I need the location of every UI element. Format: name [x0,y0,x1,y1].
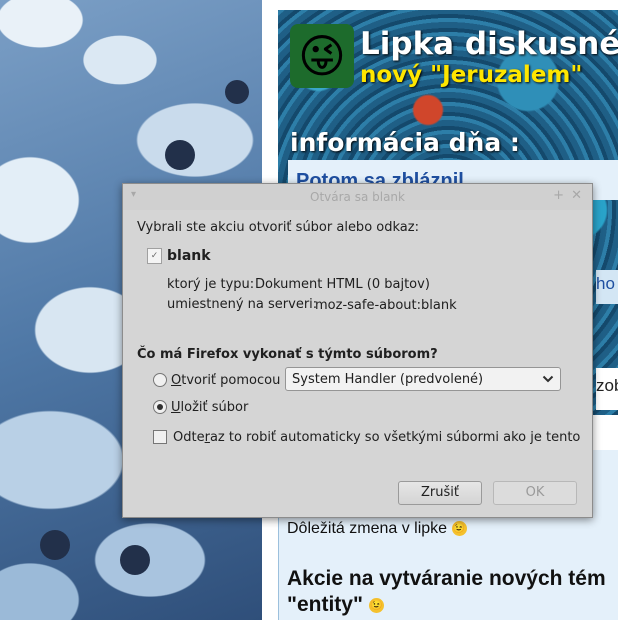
open-file-dialog: ▾ Otvára sa blank + ✕ Vybrali ste akciu … [122,183,593,518]
wallpaper-dot [120,545,150,575]
server-label: umiestnený na serveri: [167,297,318,312]
save-file-radio[interactable] [153,400,167,414]
news-item[interactable]: Dôležitá zmena v lipke 😉 [287,520,467,538]
site-title[interactable]: Lipka diskusné f [360,26,618,62]
save-file-text: ložiť súbor [180,400,249,415]
ok-button[interactable]: OK [493,481,577,505]
type-value: Dokument HTML (0 bajtov) [255,277,430,292]
pin-icon[interactable]: + [553,188,564,203]
tongue-smiley-icon: 😜 [298,29,346,83]
info-heading: informácia dňa : [290,128,520,157]
side-link-fragment[interactable]: ho a [596,270,618,304]
open-with-label[interactable]: Otvoriť pomocou [171,373,280,388]
dialog-title: Otvára sa blank [310,190,405,204]
news-heading-line1[interactable]: Akcie na vytváranie nových tém [287,567,606,590]
news-heading[interactable]: Akcie na vytváranie nových tém "entity" … [287,566,606,618]
chevron-down-icon [542,375,554,383]
wallpaper-dot [225,80,249,104]
news-item-text[interactable]: Dôležitá zmena v lipke [287,520,447,537]
open-with-accesskey: O [171,373,182,388]
handler-select[interactable]: System Handler (predvolené) [285,367,561,391]
dialog-titlebar[interactable]: ▾ Otvára sa blank + ✕ [123,184,592,210]
site-logo[interactable]: 😜 [290,24,354,88]
type-label: ktorý je typu: [167,277,255,292]
action-question: Čo má Firefox vykonať s týmto súborom? [137,347,438,362]
news-heading-line2[interactable]: "entity" [287,593,363,616]
html-file-icon: ✓ [147,248,162,264]
handler-select-value: System Handler (predvolené) [292,372,484,387]
wallpaper-dot [165,140,195,170]
open-with-radio[interactable] [153,373,167,387]
wink-smiley-icon: 😉 [368,597,384,613]
save-file-label[interactable]: Uložiť súbor [171,400,248,415]
wallpaper-dot [40,530,70,560]
server-value: moz-safe-about:blank [315,298,457,313]
open-with-text: tvoriť pomocou [181,373,281,388]
save-file-accesskey: U [171,400,181,415]
auto-action-text-post: az to robiť automaticky so všetkými súbo… [209,430,581,445]
dialog-intro: Vybrali ste akciu otvoriť súbor alebo od… [137,220,419,235]
close-icon[interactable]: ✕ [571,188,582,203]
cancel-button[interactable]: Zrušiť [398,481,482,505]
auto-action-label[interactable]: Odteraz to robiť automaticky so všetkými… [173,430,580,445]
auto-action-text-pre: Odte [173,430,205,445]
auto-action-checkbox[interactable] [153,430,167,444]
site-subtitle: nový "Jeruzalem" [360,62,583,88]
file-name: blank [167,248,211,264]
side-text-fragment: zob [596,368,618,410]
wink-smiley-icon: 😉 [451,521,467,537]
